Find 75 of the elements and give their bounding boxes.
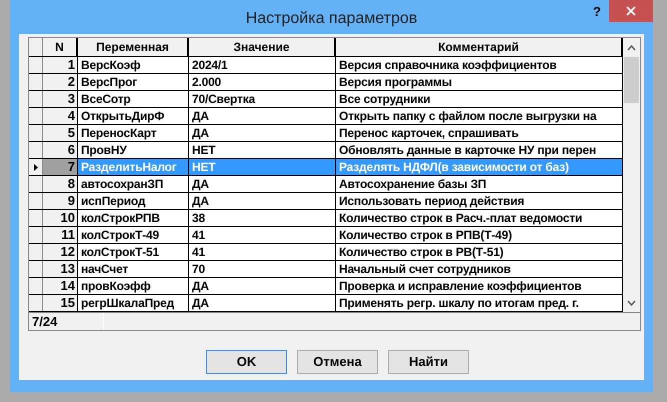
row-number: 15 xyxy=(43,295,78,311)
table-cell: 38 xyxy=(189,210,336,226)
table-cell: ДА xyxy=(189,125,336,141)
table-row[interactable]: 14 провКоэфф ДА Проверка и исправление коэффициентов xyxy=(29,278,623,295)
table-cell: ОткрытьДирФ xyxy=(78,108,189,124)
column-header[interactable]: Значение xyxy=(189,38,336,56)
table-cell: 70/Свертка xyxy=(189,91,336,107)
table-row[interactable]: 8 автосохранЗП ДА Автосохранение базы ЗП xyxy=(29,176,623,193)
scroll-down-icon xyxy=(627,300,636,306)
dialog-button[interactable]: OK xyxy=(206,350,287,374)
table-cell: 70 xyxy=(189,261,336,277)
table-cell: ПровНУ xyxy=(78,142,189,158)
row-indicator[interactable] xyxy=(29,159,43,175)
table-cell: начСчет xyxy=(78,261,189,277)
column-header[interactable]: Переменная xyxy=(78,38,189,56)
row-number: 12 xyxy=(43,244,78,260)
help-button[interactable]: ? xyxy=(585,0,609,23)
close-icon xyxy=(626,6,636,16)
table-cell: колСтрокРПВ xyxy=(78,210,189,226)
table-row[interactable]: 5 ПереносКарт ДА Перенос карточек, спрашивать xyxy=(29,125,623,142)
close-button[interactable] xyxy=(609,0,653,22)
dialog-button[interactable]: Отмена xyxy=(297,350,378,374)
row-number: 2 xyxy=(43,74,78,90)
table-cell: ВерсПрог xyxy=(78,74,189,90)
table-cell: ПереносКарт xyxy=(78,125,189,141)
table-cell: 2.000 xyxy=(189,74,336,90)
window-title: Настройка параметров xyxy=(246,10,418,27)
table-row[interactable]: 9 испПериод ДА Использовать период действия xyxy=(29,193,623,210)
table-cell: 2024/1 xyxy=(189,57,336,73)
table-cell: ДА xyxy=(189,108,336,124)
table-cell: ВерсКоэф xyxy=(78,57,189,73)
row-number: 7 xyxy=(43,159,78,175)
table-cell: Разделять НДФЛ(в зависимости от баз) xyxy=(336,159,623,175)
row-number: 5 xyxy=(43,125,78,141)
table-cell: ВсеСотр xyxy=(78,91,189,107)
table-cell: 41 xyxy=(189,227,336,243)
table-cell: РазделитьНалог xyxy=(78,159,189,175)
table-cell: ДА xyxy=(189,278,336,294)
table-row[interactable]: 1 ВерсКоэф 2024/1 Версия справочника коэффициентов xyxy=(29,57,623,74)
scrollbar-thumb[interactable] xyxy=(624,57,639,103)
table-cell: ДА xyxy=(189,295,336,311)
row-number: 13 xyxy=(43,261,78,277)
current-row-icon xyxy=(34,164,38,170)
row-number: 6 xyxy=(43,142,78,158)
row-number: 14 xyxy=(43,278,78,294)
table-cell: ДА xyxy=(189,193,336,209)
table-row[interactable]: 13 начСчет 70 Начальный счет сотрудников xyxy=(29,261,623,278)
row-number: 1 xyxy=(43,57,78,73)
row-number: 10 xyxy=(43,210,78,226)
scroll-up-icon xyxy=(627,45,636,51)
row-number: 3 xyxy=(43,91,78,107)
table-row[interactable]: 3 ВсеСотр 70/Свертка Все сотрудники xyxy=(29,91,623,108)
table-row[interactable]: 11 колСтрокТ-49 41 Количество строк в РПВ(Т-49) xyxy=(29,227,623,244)
table-cell: автосохранЗП xyxy=(78,176,189,192)
table-cell: ДА xyxy=(189,176,336,192)
row-number: 9 xyxy=(43,193,78,209)
table-cell: колСтрокТ-49 xyxy=(78,227,189,243)
vertical-scrollbar[interactable] xyxy=(623,38,640,312)
table-row[interactable]: 2 ВерсПрог 2.000 Версия программы xyxy=(29,74,623,91)
status-bar: 7/24 xyxy=(29,313,104,330)
table-cell: НЕТ xyxy=(189,142,336,158)
row-number: 8 xyxy=(43,176,78,192)
table-row[interactable]: 7 РазделитьНалог НЕТ Разделять НДФЛ(в зависимости от баз) xyxy=(29,159,623,176)
table-row[interactable]: 10 колСтрокРПВ 38 Количество строк в Расч.-плат ведомости xyxy=(29,210,623,227)
table-cell: регрШкалаПред xyxy=(78,295,189,311)
table-cell: 41 xyxy=(189,244,336,260)
dialog-button[interactable]: Найти xyxy=(388,350,469,374)
table-row[interactable]: 12 колСтрокТ-51 41 Количество строк в РВ(Т-51) xyxy=(29,244,623,261)
table-cell: провКоэфф xyxy=(78,278,189,294)
table-cell: колСтрокТ-51 xyxy=(78,244,189,260)
table-row[interactable]: 4 ОткрытьДирФ ДА Открыть папку с файлом после выгрузки на xyxy=(29,108,623,125)
row-number: 11 xyxy=(43,227,78,243)
table-cell: испПериод xyxy=(78,193,189,209)
row-number: 4 xyxy=(43,108,78,124)
table-cell: НЕТ xyxy=(189,159,336,175)
